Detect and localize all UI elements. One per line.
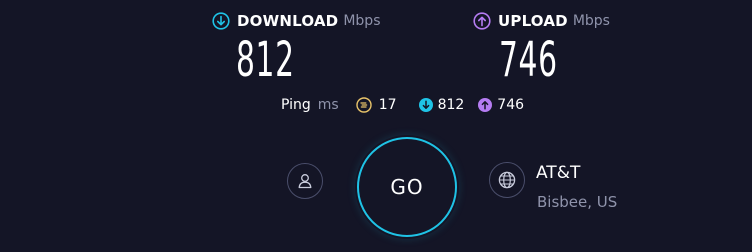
upload-header: UPLOAD Mbps xyxy=(473,12,610,30)
download-unit: Mbps xyxy=(343,13,381,29)
ping-idle: 17 xyxy=(356,97,397,113)
go-button[interactable]: GO xyxy=(357,137,457,237)
server-location: Bisbee, US xyxy=(537,193,618,211)
download-header: DOWNLOAD Mbps xyxy=(212,12,381,30)
ping-row: Ping ms 17 812 746 xyxy=(281,97,524,113)
upload-latency-icon xyxy=(477,97,493,113)
upload-metric: UPLOAD Mbps 746 xyxy=(473,12,610,86)
user-icon xyxy=(296,172,314,190)
go-button-label: GO xyxy=(390,175,424,199)
ping-unit: ms xyxy=(317,97,339,113)
ping-upload-value: 746 xyxy=(497,97,525,113)
ping-idle-value: 17 xyxy=(378,97,397,113)
ping-download: 812 xyxy=(418,97,465,113)
ping-download-value: 812 xyxy=(437,97,465,113)
upload-arrow-icon xyxy=(473,12,491,30)
latency-icon xyxy=(356,97,372,113)
upload-value: 746 xyxy=(499,32,558,88)
server-globe-button[interactable] xyxy=(489,162,525,198)
upload-unit: Mbps xyxy=(572,13,610,29)
download-latency-icon xyxy=(418,97,434,113)
download-title: DOWNLOAD xyxy=(237,12,339,30)
user-button[interactable] xyxy=(287,163,323,199)
download-value: 812 xyxy=(236,32,295,88)
globe-icon xyxy=(497,170,517,190)
upload-title: UPLOAD xyxy=(498,12,568,30)
server-provider-name[interactable]: AT&T xyxy=(536,163,580,183)
ping-upload: 746 xyxy=(477,97,524,113)
ping-label: Ping xyxy=(281,97,311,113)
download-arrow-icon xyxy=(212,12,230,30)
download-metric: DOWNLOAD Mbps 812 xyxy=(212,12,381,86)
